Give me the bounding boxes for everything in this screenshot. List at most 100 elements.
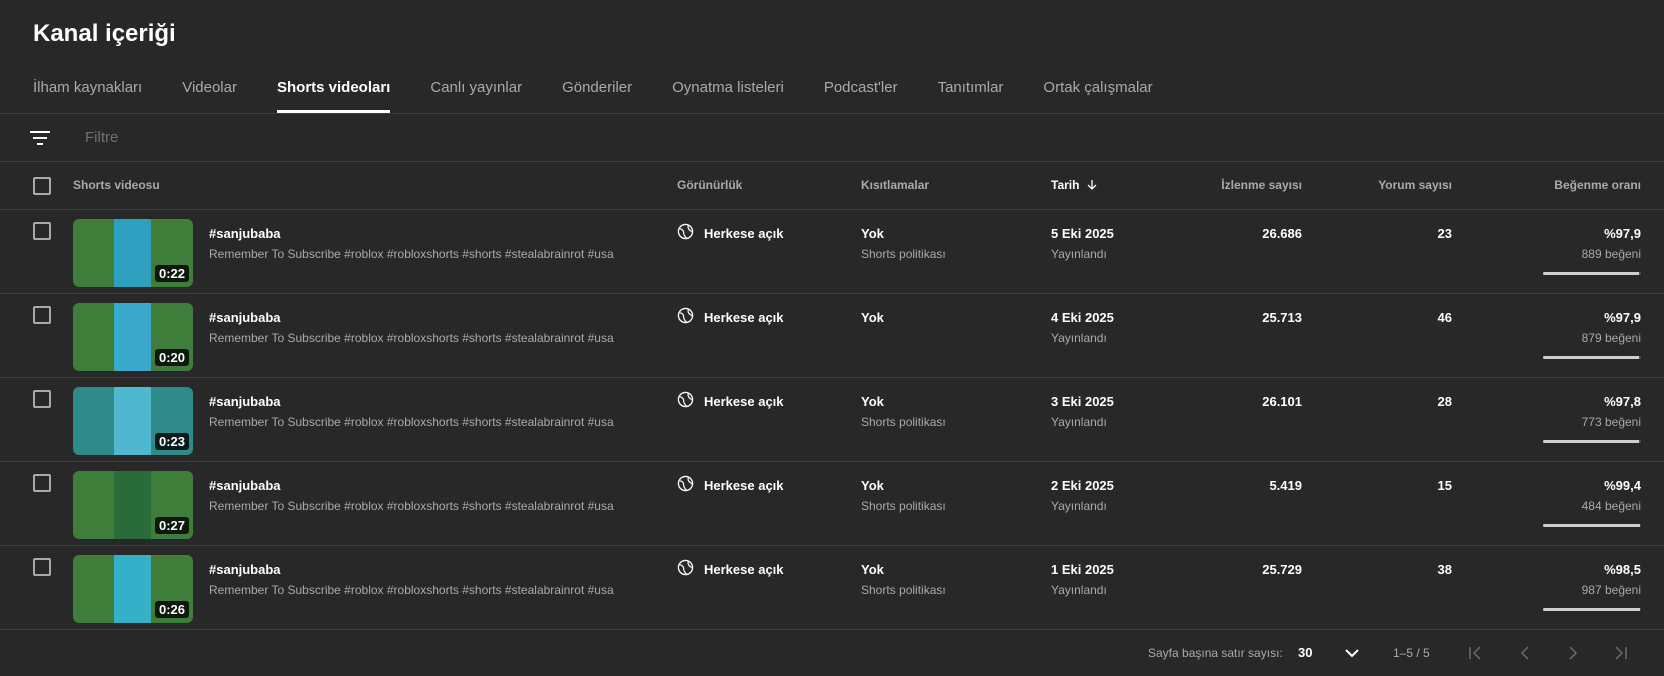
row-checkbox[interactable] xyxy=(33,558,51,576)
globe-icon xyxy=(677,307,694,324)
video-description: Remember To Subscribe #roblox #robloxsho… xyxy=(209,247,614,261)
tab-shorts[interactable]: Shorts videoları xyxy=(276,79,391,113)
video-thumbnail[interactable]: 0:20 xyxy=(73,303,193,371)
chevron-down-icon[interactable] xyxy=(1344,648,1360,658)
divider xyxy=(0,161,1664,162)
visibility-select[interactable]: Herkese açık xyxy=(704,226,784,241)
header-date-label: Tarih xyxy=(1051,178,1080,192)
view-count: 5.419 xyxy=(1269,478,1302,493)
video-description: Remember To Subscribe #roblox #robloxsho… xyxy=(209,499,614,513)
globe-icon xyxy=(677,223,694,240)
like-ratio-bar-fill xyxy=(1543,524,1641,527)
table-row[interactable]: 0:23 #sanjubaba Remember To Subscribe #rob… xyxy=(0,378,1664,462)
row-checkbox[interactable] xyxy=(33,306,51,324)
tab-live[interactable]: Canlı yayınlar xyxy=(430,79,522,113)
video-thumbnail[interactable]: 0:26 xyxy=(73,555,193,623)
like-ratio-bar xyxy=(1543,272,1641,275)
filter-icon[interactable] xyxy=(30,130,50,146)
video-title[interactable]: #sanjubaba xyxy=(209,394,281,409)
tab-posts[interactable]: Gönderiler xyxy=(562,79,632,113)
divider xyxy=(0,113,1664,114)
tab-inspiration[interactable]: İlham kaynakları xyxy=(33,79,142,113)
divider xyxy=(0,629,1664,630)
first-page-icon[interactable] xyxy=(1466,644,1484,662)
video-thumbnail[interactable]: 0:27 xyxy=(73,471,193,539)
next-page-icon[interactable] xyxy=(1564,644,1582,662)
visibility-select[interactable]: Herkese açık xyxy=(704,310,784,325)
view-count: 26.686 xyxy=(1262,226,1302,241)
like-ratio-bar xyxy=(1543,356,1641,359)
table-row[interactable]: 0:22 #sanjubaba Remember To Subscribe #rob… xyxy=(0,210,1664,294)
like-count: 773 beğeni xyxy=(1581,415,1641,429)
tab-videos[interactable]: Videolar xyxy=(182,79,237,113)
filter-input[interactable]: Filtre xyxy=(85,129,118,146)
video-description: Remember To Subscribe #roblox #robloxsho… xyxy=(209,583,614,597)
publish-status: Yayınlandı xyxy=(1051,499,1107,513)
like-count: 889 beğeni xyxy=(1581,247,1641,261)
rows-per-page-label: Sayfa başına satır sayısı: xyxy=(1148,646,1283,660)
table-row[interactable]: 0:20 #sanjubaba Remember To Subscribe #rob… xyxy=(0,294,1664,378)
visibility-select[interactable]: Herkese açık xyxy=(704,562,784,577)
header-like-ratio[interactable]: Beğenme oranı xyxy=(1554,178,1641,192)
like-ratio: %98,5 xyxy=(1604,562,1641,577)
last-page-icon[interactable] xyxy=(1612,644,1630,662)
globe-icon xyxy=(677,475,694,492)
video-title[interactable]: #sanjubaba xyxy=(209,562,281,577)
globe-icon xyxy=(677,391,694,408)
tab-playlists[interactable]: Oynatma listeleri xyxy=(672,79,784,113)
like-count: 987 beğeni xyxy=(1581,583,1641,597)
video-description: Remember To Subscribe #roblox #robloxsho… xyxy=(209,331,614,345)
restriction-value: Yok xyxy=(861,394,884,409)
publish-status: Yayınlandı xyxy=(1051,415,1107,429)
visibility-select[interactable]: Herkese açık xyxy=(704,478,784,493)
like-ratio: %97,9 xyxy=(1604,310,1641,325)
like-ratio-bar xyxy=(1543,440,1641,443)
row-checkbox[interactable] xyxy=(33,390,51,408)
publish-status: Yayınlandı xyxy=(1051,331,1107,345)
header-date[interactable]: Tarih xyxy=(1051,178,1098,192)
like-ratio: %97,9 xyxy=(1604,226,1641,241)
globe-icon xyxy=(677,559,694,576)
like-count: 879 beğeni xyxy=(1581,331,1641,345)
previous-page-icon[interactable] xyxy=(1516,644,1534,662)
video-title[interactable]: #sanjubaba xyxy=(209,478,281,493)
table-row[interactable]: 0:26 #sanjubaba Remember To Subscribe #rob… xyxy=(0,546,1664,630)
tab-podcasts[interactable]: Podcast'ler xyxy=(824,79,898,113)
restriction-value: Yok xyxy=(861,310,884,325)
page-title: Kanal içeriği xyxy=(33,20,176,47)
page-range: 1–5 / 5 xyxy=(1393,646,1430,660)
select-all-checkbox[interactable] xyxy=(33,177,51,195)
arrow-down-icon xyxy=(1087,180,1097,190)
header-video: Shorts videosu xyxy=(73,178,160,192)
row-checkbox[interactable] xyxy=(33,474,51,492)
header-visibility[interactable]: Görünürlük xyxy=(677,178,742,192)
content-tabs: İlham kaynakları Videolar Shorts videola… xyxy=(33,79,1193,113)
tab-collaborations[interactable]: Ortak çalışmalar xyxy=(1043,79,1152,113)
table-row[interactable]: 0:27 #sanjubaba Remember To Subscribe #rob… xyxy=(0,462,1664,546)
video-title[interactable]: #sanjubaba xyxy=(209,226,281,241)
comment-count: 15 xyxy=(1437,478,1452,493)
video-thumbnail[interactable]: 0:22 xyxy=(73,219,193,287)
like-ratio-bar-fill xyxy=(1543,272,1639,275)
duration-badge: 0:23 xyxy=(154,433,189,450)
restriction-value: Yok xyxy=(861,478,884,493)
video-thumbnail[interactable]: 0:23 xyxy=(73,387,193,455)
like-ratio-bar-fill xyxy=(1543,356,1639,359)
like-count: 484 beğeni xyxy=(1581,499,1641,513)
publish-date: 3 Eki 2025 xyxy=(1051,394,1114,409)
tab-promotions[interactable]: Tanıtımlar xyxy=(938,79,1004,113)
like-ratio-bar xyxy=(1543,608,1641,611)
restriction-value: Yok xyxy=(861,226,884,241)
publish-date: 2 Eki 2025 xyxy=(1051,478,1114,493)
view-count: 26.101 xyxy=(1262,394,1302,409)
header-comments[interactable]: Yorum sayısı xyxy=(1378,178,1452,192)
header-views[interactable]: İzlenme sayısı xyxy=(1221,178,1302,192)
publish-date: 4 Eki 2025 xyxy=(1051,310,1114,325)
row-checkbox[interactable] xyxy=(33,222,51,240)
video-title[interactable]: #sanjubaba xyxy=(209,310,281,325)
visibility-select[interactable]: Herkese açık xyxy=(704,394,784,409)
duration-badge: 0:20 xyxy=(154,349,189,366)
rows-per-page-select[interactable]: 30 xyxy=(1298,645,1312,660)
header-restrictions[interactable]: Kısıtlamalar xyxy=(861,178,929,192)
video-description: Remember To Subscribe #roblox #robloxsho… xyxy=(209,415,614,429)
